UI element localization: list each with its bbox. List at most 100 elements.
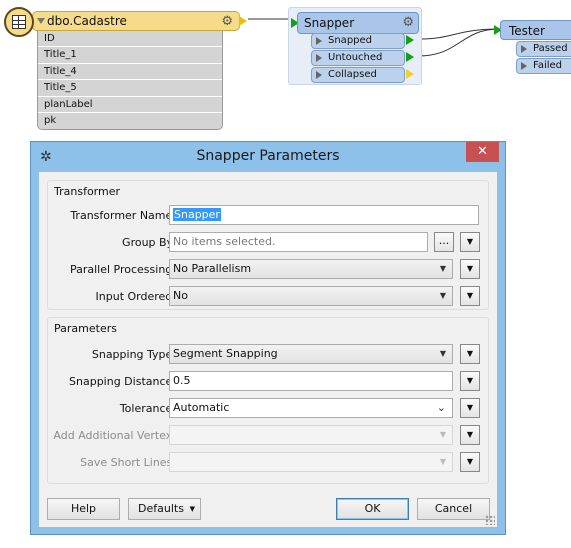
transformer-name-value: Snapper: [173, 208, 221, 221]
expand-arrow-icon: [316, 54, 322, 62]
expand-arrow-icon: [316, 71, 322, 79]
parallel-processing-label: Parallel Processing:: [69, 263, 176, 276]
attribute-list: ID Title_1 Title_4 Title_5 planLabel pk: [37, 31, 223, 131]
output-port-collapsed-icon[interactable]: [406, 69, 414, 79]
port-label: Failed: [533, 60, 563, 71]
chevron-down-icon: ▼: [439, 264, 446, 273]
tester-node[interactable]: Tester Passed Failed: [494, 18, 571, 78]
expand-arrow-icon: [316, 37, 322, 45]
triangle-down-icon: ▼: [466, 376, 474, 385]
collapse-arrow-icon[interactable]: [37, 18, 45, 24]
snapping-type-value: Segment Snapping: [173, 347, 278, 360]
triangle-down-icon: ▼: [466, 291, 474, 300]
tester-header[interactable]: Tester: [500, 20, 571, 40]
group-title: Transformer: [54, 185, 121, 198]
snapping-type-label: Snapping Type:: [91, 348, 176, 361]
reader-header[interactable]: dbo.Cadastre ⚙: [32, 11, 247, 31]
attribute-item: Title_5: [38, 80, 222, 97]
tester-title: Tester: [509, 24, 545, 38]
reader-title: dbo.Cadastre: [47, 14, 127, 28]
output-port-snapped-icon[interactable]: [406, 35, 414, 45]
close-button[interactable]: ✕: [466, 142, 499, 162]
triangle-down-icon: ▼: [466, 264, 474, 273]
triangle-down-icon: ▼: [466, 403, 474, 412]
tolerance-combo[interactable]: Automatic ⌄: [169, 398, 453, 418]
group-by-label: Group By:: [122, 236, 176, 249]
port-label: Collapsed: [328, 69, 377, 80]
output-port-icon[interactable]: [239, 16, 247, 26]
port-label: Untouched: [328, 52, 383, 63]
help-button[interactable]: Help: [47, 498, 120, 520]
chevron-down-icon: ▼: [439, 291, 446, 300]
attribute-item: Title_4: [38, 64, 222, 81]
tolerance-label: Tolerance:: [119, 402, 176, 415]
output-port-untouched-icon[interactable]: [406, 52, 414, 62]
input-ordered-value: No: [173, 289, 188, 302]
triangle-down-icon: ▼: [466, 430, 474, 439]
snapping-type-select[interactable]: Segment Snapping ▼: [169, 344, 453, 364]
port-failed[interactable]: Failed: [516, 58, 571, 74]
save-short-lines-label: Save Short Lines:: [80, 456, 176, 469]
add-vertex-label: Add Additional Vertex:: [53, 429, 176, 442]
chevron-down-icon: ▼: [439, 349, 446, 358]
port-untouched[interactable]: Untouched: [311, 50, 405, 66]
cancel-button[interactable]: Cancel: [417, 498, 490, 520]
attribute-item: planLabel: [38, 97, 222, 113]
dialog-client-area: Transformer Transformer Name: Snapper Gr…: [39, 172, 497, 527]
dialog-titlebar[interactable]: ✲ Snapper Parameters ✕: [31, 142, 505, 172]
input-ordered-menu-button[interactable]: ▼: [460, 286, 480, 306]
expand-arrow-icon: [521, 45, 527, 53]
port-passed[interactable]: Passed: [516, 41, 571, 57]
parameters-group: Parameters Snapping Type: Segment Snappi…: [47, 317, 489, 484]
tolerance-menu-button[interactable]: ▼: [460, 398, 480, 418]
group-by-input[interactable]: No items selected.: [169, 232, 428, 252]
save-short-lines-menu-button[interactable]: ▼: [460, 452, 480, 472]
dialog-title: Snapper Parameters: [196, 148, 340, 164]
port-collapsed[interactable]: Collapsed: [311, 67, 405, 83]
snapper-node[interactable]: Snapper ⚙ Snapped Untouched Collapsed: [288, 7, 422, 85]
gear-icon[interactable]: ⚙: [402, 15, 414, 30]
triangle-down-icon: ▼: [466, 237, 474, 246]
tolerance-value: Automatic: [173, 401, 230, 414]
triangle-down-icon: ▼: [466, 457, 474, 466]
transformer-group: Transformer Transformer Name: Snapper Gr…: [47, 180, 489, 310]
group-by-menu-button[interactable]: ▼: [460, 232, 480, 252]
snapper-title: Snapper: [304, 16, 355, 30]
reader-table-icon: [4, 7, 34, 37]
port-label: Passed: [533, 43, 568, 54]
group-by-ellipsis-button[interactable]: ...: [434, 232, 454, 252]
group-title: Parameters: [54, 322, 117, 335]
attribute-item: ID: [38, 31, 222, 48]
attribute-item: pk: [44, 114, 57, 126]
defaults-button[interactable]: Defaults ▼: [128, 498, 201, 520]
snapping-distance-label: Snapping Distance:: [69, 375, 176, 388]
save-short-lines-select: ▼: [169, 452, 453, 472]
transformer-name-input[interactable]: Snapper: [169, 205, 479, 225]
transformer-name-label: Transformer Name:: [70, 209, 176, 222]
ok-button[interactable]: OK: [336, 498, 409, 520]
triangle-down-icon: ▼: [466, 349, 474, 358]
port-snapped[interactable]: Snapped: [311, 33, 405, 49]
chevron-down-icon[interactable]: ⌄: [437, 399, 446, 417]
input-ordered-label: Input Ordered:: [95, 290, 176, 303]
gear-icon[interactable]: ⚙: [221, 14, 233, 29]
resize-grip-icon[interactable]: [485, 515, 495, 525]
input-ordered-select[interactable]: No ▼: [169, 286, 453, 306]
parallel-processing-select[interactable]: No Parallelism ▼: [169, 259, 453, 279]
parallel-processing-menu-button[interactable]: ▼: [460, 259, 480, 279]
chevron-down-icon: ▼: [439, 430, 446, 439]
triangle-down-icon: ▼: [189, 505, 195, 513]
add-vertex-menu-button[interactable]: ▼: [460, 425, 480, 445]
attribute-item: Title_1: [38, 47, 222, 64]
chevron-down-icon: ▼: [439, 457, 446, 466]
snapping-distance-input[interactable]: 0.5: [169, 371, 453, 391]
snapper-parameters-dialog: ✲ Snapper Parameters ✕ Transformer Trans…: [30, 141, 506, 535]
snapping-distance-menu-button[interactable]: ▼: [460, 371, 480, 391]
snapping-type-menu-button[interactable]: ▼: [460, 344, 480, 364]
port-label: Snapped: [328, 35, 373, 46]
defaults-label: Defaults: [138, 502, 184, 515]
expand-arrow-icon: [521, 62, 527, 70]
parallel-processing-value: No Parallelism: [173, 262, 252, 275]
snapper-header[interactable]: Snapper ⚙: [297, 12, 419, 34]
add-vertex-select: ▼: [169, 425, 453, 445]
